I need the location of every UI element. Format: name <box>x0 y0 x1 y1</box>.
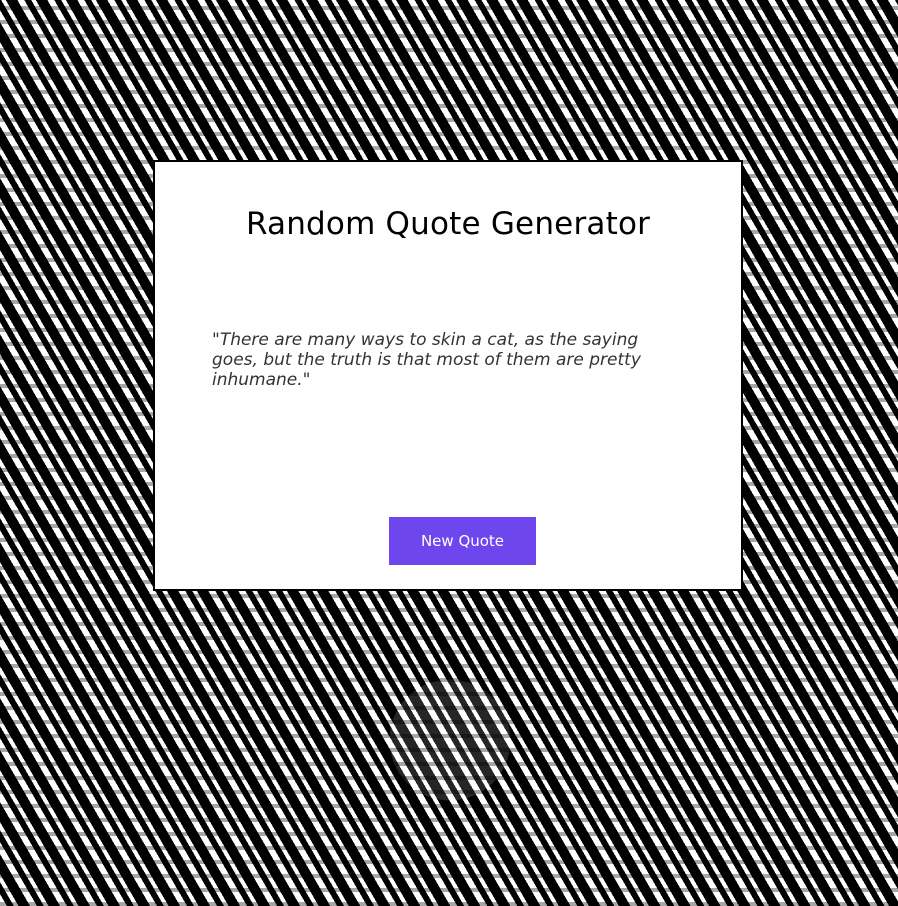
page-title: Random Quote Generator <box>245 206 651 242</box>
quote-text: "There are many ways to skin a cat, as t… <box>212 330 641 390</box>
quote-card: Random Quote Generator "There are many w… <box>153 160 743 591</box>
new-quote-button[interactable]: New Quote <box>389 517 536 565</box>
